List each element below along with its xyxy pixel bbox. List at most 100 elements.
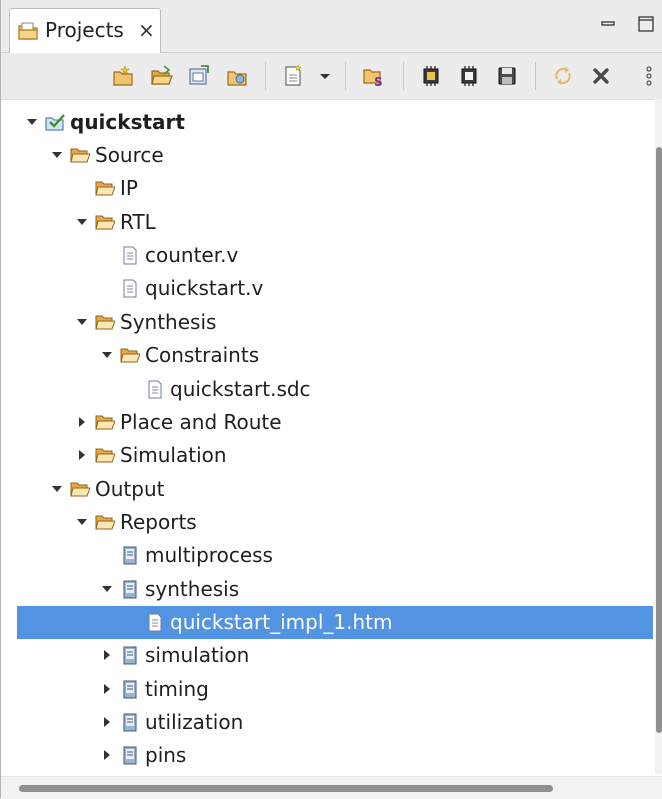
tree-item-label: simulation [145, 643, 250, 667]
remove-icon[interactable] [589, 64, 613, 88]
folder-icon [95, 448, 115, 463]
tree-item-label: quickstart.v [145, 276, 264, 300]
folder-icon [120, 348, 140, 363]
collapsed-arrow-icon[interactable] [100, 747, 114, 763]
tree-item[interactable]: utilization [1, 706, 653, 739]
projects-panel: Projects × S quickstart Source IP RTL co… [0, 0, 662, 799]
expanded-arrow-icon[interactable] [50, 147, 64, 163]
tab-projects[interactable]: Projects × [9, 8, 161, 53]
tree-item-label: Place and Route [120, 410, 282, 434]
generate-bitstream-icon[interactable] [419, 64, 443, 88]
maximize-icon[interactable] [635, 13, 657, 35]
synthesis-icon[interactable]: S [361, 64, 385, 88]
dropdown-arrow-icon[interactable] [313, 64, 337, 88]
tree-item[interactable]: pins [1, 739, 653, 772]
projects-icon [18, 22, 38, 40]
folder-icon [95, 515, 115, 530]
tree-item-label: counter.v [145, 243, 239, 267]
expanded-arrow-icon[interactable] [50, 481, 64, 497]
view-menu-icon[interactable] [637, 64, 661, 88]
vertical-scrollbar[interactable] [655, 99, 662, 774]
file-icon [123, 279, 137, 298]
tree-item[interactable]: multiprocess [1, 539, 653, 572]
tree-item[interactable]: IP [1, 172, 653, 205]
folder-icon [95, 181, 115, 196]
tree-item-label: utilization [145, 710, 244, 734]
tree-item[interactable]: quickstart.sdc [1, 373, 653, 406]
project-tree: quickstart Source IP RTL counter.v quickstart… [1, 99, 653, 774]
tree-item-label: pins [145, 743, 187, 767]
svg-text:S: S [374, 75, 383, 88]
report-icon [123, 580, 137, 599]
expanded-arrow-icon[interactable] [75, 214, 89, 230]
tab-label: Projects [45, 18, 124, 42]
tree-item[interactable]: quickstart [1, 106, 653, 139]
tree-item[interactable]: quickstart.v [1, 272, 653, 305]
close-tab-button[interactable]: × [138, 18, 155, 42]
tree-item-label: RTL [120, 210, 156, 234]
expanded-arrow-icon[interactable] [25, 114, 39, 130]
open-project-icon[interactable] [149, 64, 173, 88]
report-icon [123, 746, 137, 765]
tree-item-label: quickstart.sdc [170, 377, 311, 401]
tree-item[interactable]: counter.v [1, 239, 653, 272]
new-file-icon[interactable] [281, 64, 305, 88]
file-icon [123, 246, 137, 265]
collapsed-arrow-icon[interactable] [75, 447, 89, 463]
tree-item[interactable]: Place and Route [1, 406, 653, 439]
tree-item[interactable]: Constraints [1, 339, 653, 372]
project-icon [45, 114, 65, 131]
expanded-arrow-icon[interactable] [75, 314, 89, 330]
expanded-arrow-icon[interactable] [100, 581, 114, 597]
tree-item-label: Output [95, 477, 165, 501]
expanded-arrow-icon[interactable] [75, 514, 89, 530]
refresh-icon[interactable] [551, 64, 575, 88]
toolbar-separator [535, 62, 536, 90]
tree-item-label: Synthesis [120, 310, 217, 334]
run-flow-icon[interactable] [457, 64, 481, 88]
save-bitstream-icon[interactable] [495, 64, 519, 88]
horizontal-scrollbar[interactable] [1, 776, 662, 799]
toolbar-separator [265, 62, 266, 90]
tree-item-label: quickstart_impl_1.htm [170, 610, 393, 634]
toolbar-separator [403, 62, 404, 90]
tree-item-label: IP [120, 176, 138, 200]
collapsed-arrow-icon[interactable] [100, 714, 114, 730]
folder-icon [70, 148, 90, 163]
minimize-icon[interactable] [597, 13, 619, 35]
toolbar-separator [345, 62, 346, 90]
import-project-icon[interactable] [187, 64, 211, 88]
tree-item[interactable]: quickstart_impl_1.htm [17, 606, 653, 639]
tree-item[interactable]: timing [1, 673, 653, 706]
tab-bar: Projects × [1, 0, 662, 53]
report-icon [123, 546, 137, 565]
report-icon [123, 713, 137, 732]
vertical-scrollbar-thumb[interactable] [656, 147, 662, 733]
folder-icon [95, 315, 115, 330]
tree-item-label: Reports [120, 510, 197, 534]
tree-item[interactable]: synthesis [1, 573, 653, 606]
tree-item[interactable]: Simulation [1, 439, 653, 472]
collapsed-arrow-icon[interactable] [100, 681, 114, 697]
folder-icon [95, 415, 115, 430]
tree-item[interactable]: Source [1, 139, 653, 172]
tree-item-label: timing [145, 677, 209, 701]
horizontal-scrollbar-thumb[interactable] [19, 785, 553, 792]
collapsed-arrow-icon[interactable] [100, 647, 114, 663]
new-project-icon[interactable] [111, 64, 135, 88]
expanded-arrow-icon[interactable] [100, 347, 114, 363]
export-project-icon[interactable] [225, 64, 249, 88]
report-icon [123, 646, 137, 665]
tree-item[interactable]: RTL [1, 206, 653, 239]
tree-item[interactable]: simulation [1, 639, 653, 672]
tree-item-label: Source [95, 143, 164, 167]
collapsed-arrow-icon[interactable] [75, 414, 89, 430]
folder-icon [95, 215, 115, 230]
folder-icon [70, 482, 90, 497]
file-icon [148, 613, 162, 632]
tree-item[interactable]: Reports [1, 506, 653, 539]
tree-item-label: synthesis [145, 577, 240, 601]
tree-item[interactable]: Output [1, 473, 653, 506]
tree-item[interactable]: Synthesis [1, 306, 653, 339]
toolbar: S [1, 53, 662, 100]
